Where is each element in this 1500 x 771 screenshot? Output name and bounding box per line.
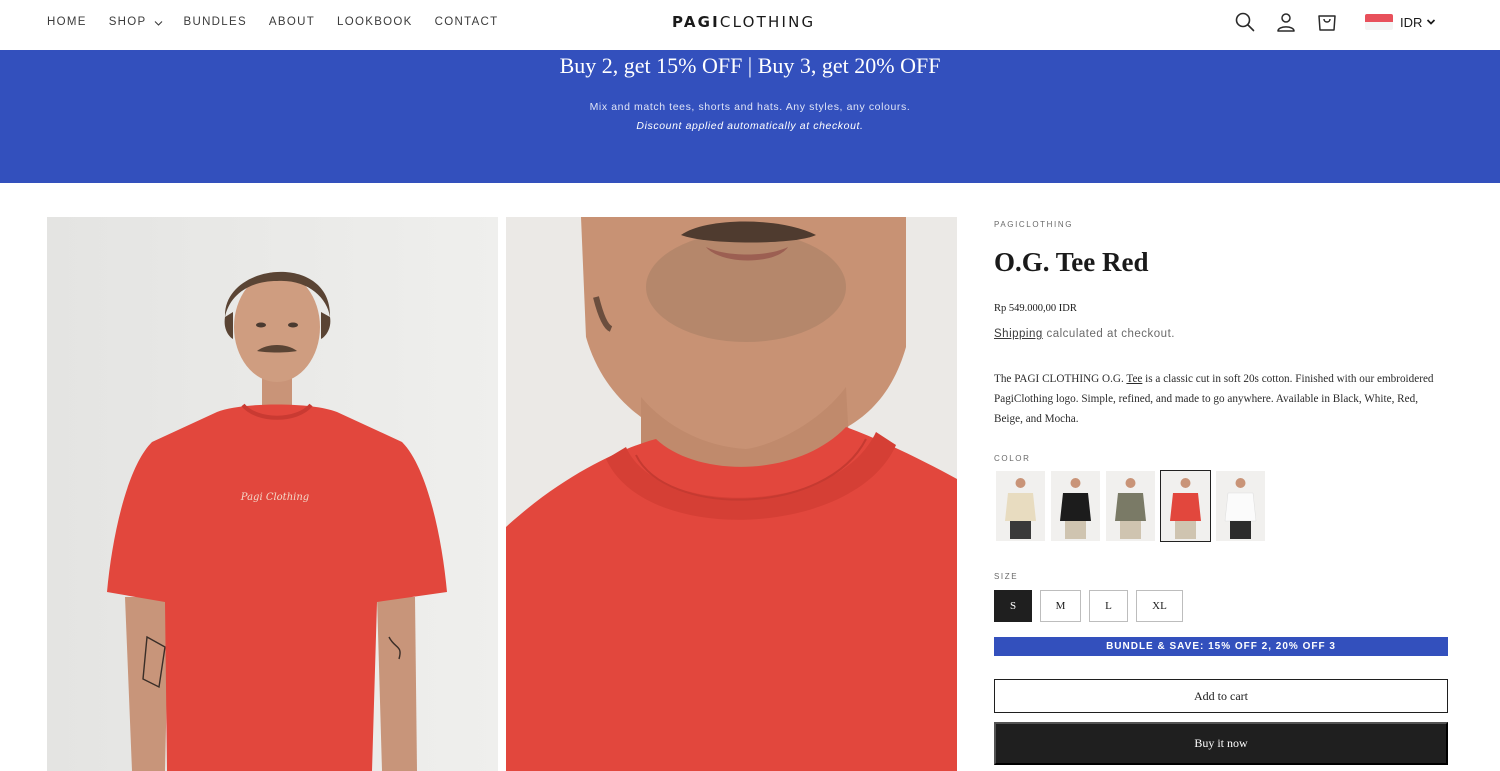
svg-text:Pagi Clothing: Pagi Clothing [240, 492, 309, 503]
swatch-shirt-icon [1161, 471, 1210, 541]
nav-item-contact[interactable]: CONTACT [435, 16, 499, 28]
swatch-shirt-icon [1216, 471, 1265, 541]
add-to-cart-button[interactable]: Add to cart [994, 679, 1448, 713]
size-option-l[interactable]: L [1089, 590, 1128, 622]
brand-logo-light: CLOTHING [719, 13, 816, 31]
description-text: The PAGI CLOTHING O.G. [994, 373, 1127, 385]
color-swatch-black[interactable] [1051, 471, 1100, 541]
brand-logo[interactable]: PAGICLOTHING [672, 13, 815, 31]
nav-item-shop[interactable]: SHOP [109, 16, 162, 28]
banner-subtitle: Mix and match tees, shorts and hats. Any… [589, 101, 911, 113]
size-option-xl[interactable]: XL [1136, 590, 1183, 622]
nav-item-about[interactable]: ABOUT [269, 16, 315, 28]
nav-item-label: SHOP [108, 16, 147, 28]
swatch-shirt-icon [996, 471, 1045, 541]
banner-title: Buy 2, get 15% OFF | Buy 3, get 20% OFF [559, 53, 941, 78]
currency-selector[interactable]: IDR [1365, 13, 1436, 31]
product-description: The PAGI CLOTHING O.G. Tee is a classic … [994, 369, 1448, 429]
site-header: HOME SHOP BUNDLES ABOUT LOOKBOOK CONTACT… [0, 0, 1500, 50]
size-options: S M L XL [994, 590, 1191, 622]
header-actions: IDR [1233, 10, 1436, 34]
nav-item-label: CONTACT [434, 16, 499, 28]
product-image-main[interactable]: Pagi Clothing [47, 217, 498, 771]
indonesia-flag-icon [1365, 14, 1393, 30]
shipping-note: Shipping calculated at checkout. [994, 328, 1175, 340]
color-label: COLOR [994, 454, 1031, 463]
chevron-down-icon [1426, 13, 1436, 31]
size-option-m[interactable]: M [1040, 590, 1081, 622]
nav-item-lookbook[interactable]: LOOKBOOK [337, 16, 413, 28]
shipping-link[interactable]: Shipping [994, 328, 1043, 340]
nav-item-label: ABOUT [268, 16, 316, 28]
color-swatch-white[interactable] [1216, 471, 1265, 541]
account-icon[interactable] [1274, 10, 1298, 34]
swatch-shirt-icon [1106, 471, 1155, 541]
buy-now-button[interactable]: Buy it now [994, 722, 1448, 765]
banner-note: Discount applied automatically at checko… [636, 120, 864, 132]
chevron-down-icon [154, 18, 162, 26]
swatch-shirt-icon [1051, 471, 1100, 541]
size-label: SIZE [994, 572, 1019, 581]
promo-banner: Buy 2, get 15% OFF | Buy 3, get 20% OFF … [0, 50, 1500, 183]
shipping-text: calculated at checkout. [1046, 328, 1175, 340]
color-swatches [996, 470, 1271, 542]
product-price: Rp 549.000,00 IDR [994, 303, 1077, 314]
cart-icon[interactable] [1315, 10, 1339, 34]
nav-item-label: LOOKBOOK [337, 16, 413, 28]
main-nav: HOME SHOP BUNDLES ABOUT LOOKBOOK CONTACT [47, 16, 520, 28]
currency-label: IDR [1400, 14, 1423, 30]
nav-item-bundles[interactable]: BUNDLES [184, 16, 247, 28]
description-tee: Tee [1126, 373, 1143, 385]
product-vendor: PAGICLOTHING [994, 220, 1074, 229]
brand-logo-bold: PAGI [672, 13, 720, 31]
color-swatch-mocha[interactable] [1106, 471, 1155, 541]
nav-item-home[interactable]: HOME [47, 16, 87, 28]
nav-item-label: BUNDLES [183, 16, 247, 28]
color-swatch-beige[interactable] [996, 471, 1045, 541]
color-swatch-red[interactable] [1160, 470, 1211, 542]
search-icon[interactable] [1233, 10, 1257, 34]
product-image-closeup[interactable] [506, 217, 957, 771]
nav-item-label: HOME [47, 16, 87, 28]
size-option-s[interactable]: S [994, 590, 1032, 622]
bundle-save-badge: BUNDLE & SAVE: 15% OFF 2, 20% OFF 3 [994, 637, 1448, 656]
product-title: O.G. Tee Red [994, 247, 1149, 277]
